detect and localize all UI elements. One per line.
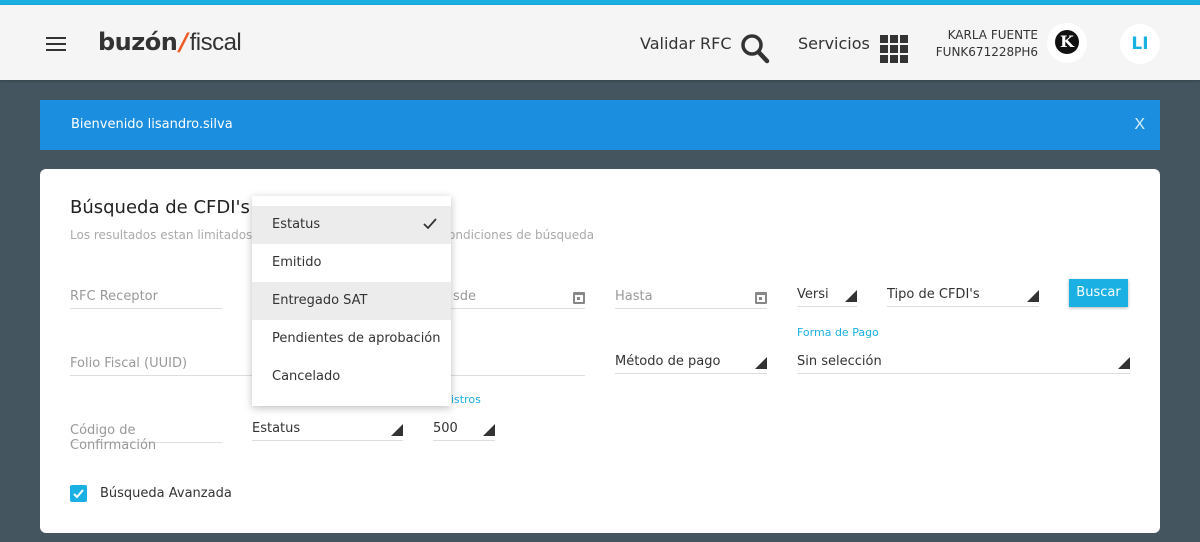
servicios-link[interactable]: Servicios <box>798 34 870 53</box>
dropdown-arrow-icon <box>1027 290 1039 302</box>
version-value: Versi <box>797 287 829 302</box>
estatus-value: Estatus <box>252 421 301 436</box>
buscar-button[interactable]: Buscar <box>1069 279 1128 307</box>
user-rfc: FUNK671228PH6 <box>935 45 1038 59</box>
subtitle-left: Los resultados estan limitados a <box>70 228 264 242</box>
estatus-dropdown-menu: Estatus Emitido Entregado SAT Pendientes… <box>252 196 451 406</box>
dropdown-item-emitido[interactable]: Emitido <box>252 244 451 282</box>
company-avatar-letter: K <box>1055 30 1079 54</box>
logo-text-buzon: buzón <box>98 28 178 56</box>
search-icon[interactable] <box>740 33 770 65</box>
rfc-receptor-input[interactable]: RFC Receptor <box>70 285 222 309</box>
desde-date-input[interactable]: sde <box>433 285 585 309</box>
busqueda-avanzada-label[interactable]: Búsqueda Avanzada <box>100 486 232 501</box>
dropdown-item-pendientes[interactable]: Pendientes de aprobación <box>252 320 451 358</box>
registros-select[interactable]: 500 <box>433 417 495 441</box>
desde-placeholder: sde <box>453 289 477 304</box>
dropdown-item-label: Pendientes de aprobación <box>272 331 441 346</box>
codigo-confirmacion-input[interactable]: Código de Confirmación <box>70 419 222 453</box>
company-avatar[interactable]: K <box>1047 23 1087 63</box>
subtitle-right: ondiciones de búsqueda <box>448 228 595 242</box>
tipo-cfdi-select[interactable]: Tipo de CFDI's <box>887 283 1039 307</box>
dropdown-arrow-icon <box>845 290 857 302</box>
user-avatar[interactable]: LI <box>1120 24 1160 64</box>
hasta-placeholder: Hasta <box>615 289 653 304</box>
user-info[interactable]: KARLA FUENTE FUNK671228PH6 <box>930 27 1038 61</box>
dropdown-item-label: Cancelado <box>272 369 341 384</box>
codigo-confirmacion-placeholder: Código de Confirmación <box>70 423 157 453</box>
dropdown-item-cancelado[interactable]: Cancelado <box>252 358 451 396</box>
hasta-date-input[interactable]: Hasta <box>615 285 767 309</box>
forma-pago-value: Sin selección <box>797 354 882 369</box>
welcome-message: Bienvenido lisandro.silva <box>71 117 233 132</box>
forma-pago-select[interactable]: Sin selección <box>797 350 1130 374</box>
validar-rfc-link[interactable]: Validar RFC <box>640 34 732 53</box>
page-title: Búsqueda de CFDI's <box>70 197 250 218</box>
estatus-select[interactable]: Estatus <box>252 417 403 441</box>
welcome-banner: Bienvenido lisandro.silva X <box>40 100 1160 150</box>
dropdown-item-label: Emitido <box>272 255 322 270</box>
search-card: Búsqueda de CFDI's Los resultados estan … <box>40 169 1160 533</box>
dropdown-item-label: Entregado SAT <box>272 293 368 308</box>
check-icon <box>73 489 84 499</box>
dropdown-item-estatus[interactable]: Estatus <box>252 206 451 244</box>
folio-fiscal-placeholder: Folio Fiscal (UUID) <box>70 356 188 371</box>
checkmark-icon <box>423 218 437 230</box>
version-select[interactable]: Versi <box>797 283 857 307</box>
app-header: buzón/fiscal Validar RFC Servicios KARLA… <box>0 5 1200 80</box>
registros-value: 500 <box>433 421 458 436</box>
forma-pago-label: Forma de Pago <box>797 326 879 339</box>
dropdown-arrow-icon <box>483 424 495 436</box>
apps-grid-icon[interactable] <box>880 35 908 63</box>
logo-slash: / <box>179 28 188 56</box>
dropdown-item-entregado-sat[interactable]: Entregado SAT <box>252 282 451 320</box>
logo-text-fiscal: fiscal <box>189 29 242 56</box>
metodo-pago-value: Método de pago <box>615 354 721 369</box>
calendar-icon[interactable] <box>755 292 767 304</box>
metodo-pago-select[interactable]: Método de pago <box>615 350 767 374</box>
rfc-receptor-placeholder: RFC Receptor <box>70 289 158 304</box>
tipo-cfdi-value: Tipo de CFDI's <box>887 287 980 302</box>
menu-icon[interactable] <box>46 37 66 51</box>
dropdown-arrow-icon <box>755 357 767 369</box>
dropdown-item-label: Estatus <box>272 217 321 232</box>
busqueda-avanzada-checkbox[interactable] <box>70 485 87 502</box>
user-name: KARLA FUENTE <box>947 28 1038 42</box>
calendar-icon[interactable] <box>573 292 585 304</box>
dropdown-arrow-icon <box>391 424 403 436</box>
dropdown-arrow-icon <box>1118 357 1130 369</box>
logo[interactable]: buzón/fiscal <box>98 28 242 57</box>
close-banner-button[interactable]: X <box>1134 116 1145 134</box>
